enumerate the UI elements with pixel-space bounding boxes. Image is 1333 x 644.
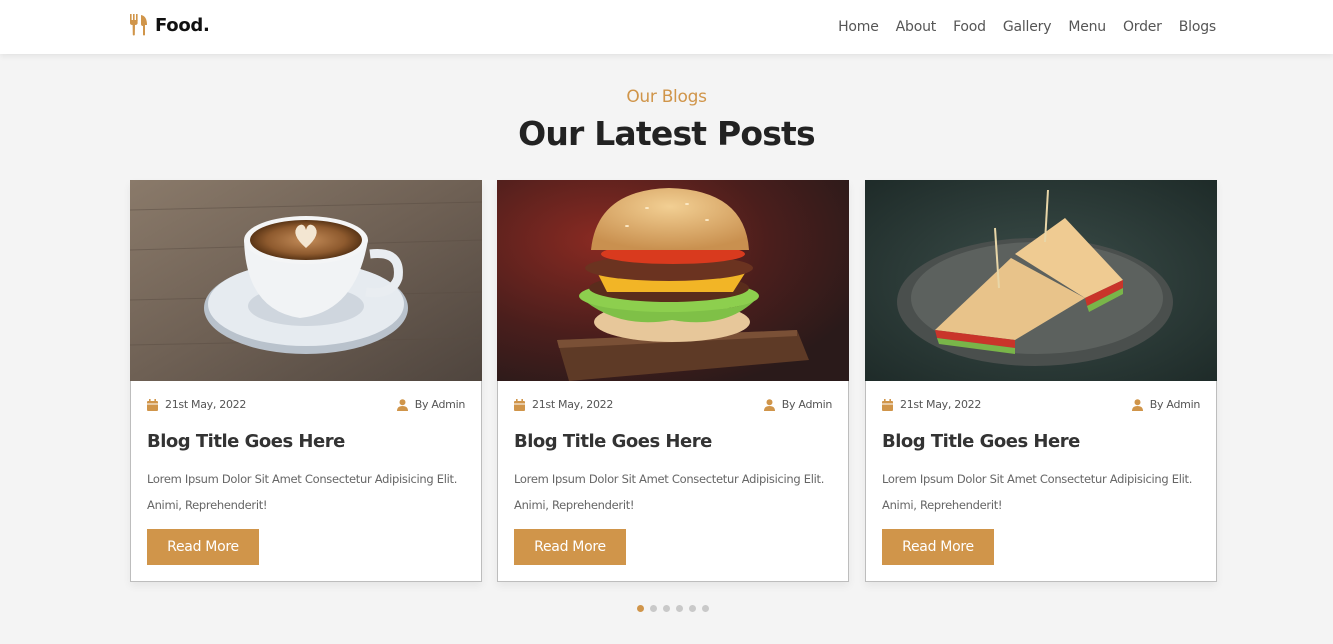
carousel-dot[interactable] — [663, 605, 670, 612]
post-author: By Admin — [763, 398, 833, 411]
nav-link-about[interactable]: About — [896, 19, 937, 35]
carousel-dot[interactable] — [676, 605, 683, 612]
post-date: 21st May, 2022 — [147, 398, 246, 411]
brand-logo[interactable]: Food. — [129, 14, 210, 36]
post-date: 21st May, 2022 — [514, 398, 613, 411]
user-icon — [396, 398, 408, 411]
sandwich-photo — [865, 180, 1217, 381]
post-meta: 21st May, 2022 By Admin — [147, 398, 465, 414]
post-date-text: 21st May, 2022 — [900, 398, 982, 411]
post-meta: 21st May, 2022 By Admin — [514, 398, 832, 414]
post-excerpt: Lorem Ipsum Dolor Sit Amet Consectetur A… — [514, 472, 825, 512]
user-icon — [1131, 398, 1143, 411]
post-title[interactable]: Blog Title Goes Here — [514, 431, 832, 452]
coffee-cup-photo — [130, 180, 482, 381]
nav-menu: Home About Food Gallery Menu Order Blogs — [838, 16, 1216, 35]
post-author-text: By Admin — [781, 398, 833, 411]
section-title: Our Latest Posts — [518, 114, 816, 153]
carousel-dot[interactable] — [702, 605, 709, 612]
post-author: By Admin — [1131, 398, 1201, 411]
read-more-button[interactable]: Read More — [514, 529, 626, 565]
nav-link-blogs[interactable]: Blogs — [1179, 19, 1216, 35]
post-meta: 21st May, 2022 By Admin — [882, 398, 1200, 414]
brand-name: Food. — [155, 14, 210, 36]
nav-link-order[interactable]: Order — [1123, 19, 1162, 35]
read-more-button[interactable]: Read More — [882, 529, 994, 565]
section-subtitle: Our Blogs — [626, 87, 707, 107]
nav-link-menu[interactable]: Menu — [1068, 19, 1106, 35]
nav-link-gallery[interactable]: Gallery — [1003, 19, 1052, 35]
nav-link-home[interactable]: Home — [838, 19, 879, 35]
utensils-icon — [130, 14, 147, 36]
post-excerpt: Lorem Ipsum Dolor Sit Amet Consectetur A… — [882, 472, 1193, 512]
navbar: Food. Home About Food Gallery Menu Order… — [0, 0, 1333, 54]
blog-card: 21st May, 2022 By Admin Blog Title Goes … — [130, 180, 482, 582]
calendar-icon — [514, 398, 525, 411]
carousel-dot[interactable] — [689, 605, 696, 612]
carousel-pagination — [637, 605, 709, 612]
nav-link-food[interactable]: Food — [953, 19, 986, 35]
post-date: 21st May, 2022 — [882, 398, 981, 411]
post-excerpt: Lorem Ipsum Dolor Sit Amet Consectetur A… — [147, 472, 458, 512]
carousel-dot[interactable] — [637, 605, 644, 612]
calendar-icon — [147, 398, 158, 411]
post-date-text: 21st May, 2022 — [165, 398, 247, 411]
post-title[interactable]: Blog Title Goes Here — [147, 431, 465, 452]
post-author-text: By Admin — [1149, 398, 1201, 411]
read-more-button[interactable]: Read More — [147, 529, 259, 565]
burger-photo — [497, 180, 849, 381]
post-author: By Admin — [396, 398, 466, 411]
post-date-text: 21st May, 2022 — [532, 398, 614, 411]
blog-card: 21st May, 2022 By Admin Blog Title Goes … — [497, 180, 849, 582]
carousel-dot[interactable] — [650, 605, 657, 612]
blog-card: 21st May, 2022 By Admin Blog Title Goes … — [865, 180, 1217, 582]
post-author-text: By Admin — [414, 398, 466, 411]
user-icon — [763, 398, 775, 411]
post-title[interactable]: Blog Title Goes Here — [882, 431, 1200, 452]
calendar-icon — [882, 398, 893, 411]
